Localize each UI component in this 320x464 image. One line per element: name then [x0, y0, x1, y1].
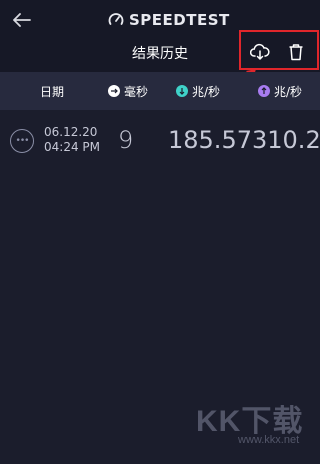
watermark: KK下载 www.kkx.net — [196, 396, 316, 460]
result-datetime: 06.12.20 04:24 PM — [44, 125, 100, 155]
column-upload-label: 兆/秒 — [274, 84, 303, 99]
brand-logo: SPEEDTEST — [108, 10, 230, 30]
delete-button[interactable] — [285, 41, 307, 63]
result-row[interactable]: ••• 06.12.20 04:24 PM 9 185.57 310.25 — [0, 118, 320, 164]
column-download-label: 兆/秒 — [192, 84, 221, 99]
watermark-url: www.kkx.net — [238, 434, 300, 446]
result-date: 06.12.20 — [44, 125, 98, 139]
trash-icon — [289, 44, 303, 61]
column-ping-label: 毫秒 — [124, 84, 149, 99]
top-bar: SPEEDTEST 结果历史 — [0, 0, 320, 72]
brand-name: SPEEDTEST — [129, 11, 230, 29]
column-header-row: 日期 毫秒 兆/秒 兆/秒 — [0, 72, 320, 110]
column-date-label: 日期 — [40, 84, 65, 99]
column-date[interactable]: 日期 — [40, 72, 64, 110]
result-time: 04:24 PM — [44, 140, 100, 154]
result-download: 185.57 — [168, 126, 252, 154]
arrow-left-icon — [13, 13, 31, 27]
column-ping[interactable]: 毫秒 — [108, 72, 148, 110]
result-upload: 310.25 — [252, 126, 320, 154]
upload-arrow-icon — [258, 85, 270, 97]
download-arrow-icon — [176, 85, 188, 97]
back-button[interactable] — [8, 6, 36, 34]
column-download[interactable]: 兆/秒 — [176, 72, 220, 110]
connection-dots-icon: ••• — [10, 129, 34, 153]
result-ping: 9 — [118, 126, 134, 154]
ping-icon — [108, 85, 120, 97]
speedometer-icon — [108, 13, 124, 25]
column-upload[interactable]: 兆/秒 — [258, 72, 302, 110]
